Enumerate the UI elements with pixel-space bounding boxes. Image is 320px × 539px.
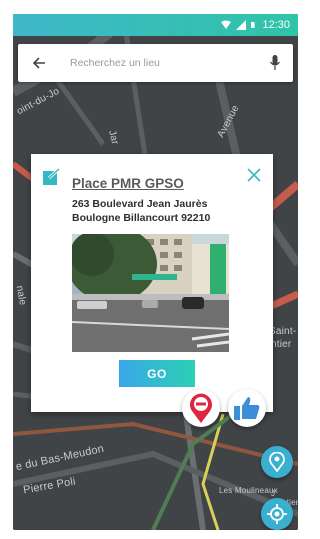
- no-entry-pin-icon: [190, 393, 212, 423]
- map-label: Saint-: [269, 326, 297, 337]
- phone-screen: oint-du-Jo Jar Avenue nale Saint- ntier …: [13, 14, 298, 530]
- place-photo: [72, 234, 229, 352]
- close-icon[interactable]: [247, 168, 261, 182]
- location-pin-icon: [269, 452, 285, 472]
- crosshair-icon: [267, 504, 287, 524]
- search-bar[interactable]: Recherchez un lieu: [18, 44, 293, 82]
- my-location-button[interactable]: [261, 498, 293, 530]
- map-label: ntier: [271, 339, 292, 350]
- go-button[interactable]: GO: [119, 360, 195, 387]
- signal-icon: [236, 20, 247, 30]
- edit-check-icon: [43, 168, 61, 185]
- search-input[interactable]: Recherchez un lieu: [70, 57, 267, 69]
- place-title: Place PMR GPSO: [72, 176, 184, 191]
- status-bar: 12:30: [13, 14, 298, 36]
- map-label: Les Moulineaux: [219, 486, 278, 495]
- battery-icon: [251, 22, 256, 28]
- report-button[interactable]: [182, 389, 220, 427]
- status-time: 12:30: [262, 19, 290, 31]
- location-pin-button[interactable]: [261, 446, 293, 478]
- microphone-icon[interactable]: [267, 54, 283, 72]
- address-line-1: 263 Boulevard Jean Jaurès: [72, 198, 208, 210]
- back-arrow-icon[interactable]: [28, 52, 50, 74]
- place-card: Place PMR GPSO 263 Boulevard Jean Jaurès…: [31, 154, 273, 412]
- address-line-2: Boulogne Billancourt 92210: [72, 212, 211, 224]
- like-button[interactable]: [228, 389, 266, 427]
- wifi-icon: [221, 20, 232, 29]
- thumbs-up-icon: [234, 397, 260, 420]
